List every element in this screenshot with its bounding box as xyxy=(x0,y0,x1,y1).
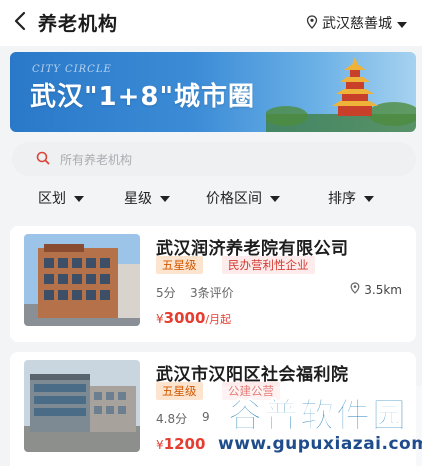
location-pin-icon xyxy=(350,282,360,297)
back-icon[interactable] xyxy=(10,8,32,34)
banner-headline: 武汉"1+8"城市圈 xyxy=(30,82,256,112)
price-info: ¥3000/月起 xyxy=(156,308,231,327)
filter-price-range[interactable]: 价格区间 xyxy=(206,188,280,208)
review-count: 9 xyxy=(202,410,210,424)
filter-star-level[interactable]: 星级 xyxy=(124,188,170,208)
location-pin-icon xyxy=(306,14,318,33)
review-count: 3条评价 xyxy=(190,286,234,300)
watermark-brand: 谷普软件园 xyxy=(228,396,408,437)
ownership-type-badge: 民办营利性企业 xyxy=(222,256,315,274)
institution-card[interactable]: 武汉润济养老院有限公司 五星级 民办营利性企业 5分 3条评价 3.5km ¥3… xyxy=(10,226,416,342)
filter-star-level-label: 星级 xyxy=(124,191,152,207)
price-value: 3000 xyxy=(163,309,206,327)
search-icon xyxy=(36,150,50,169)
chevron-down-icon xyxy=(364,190,374,206)
price-info: ¥1200 xyxy=(156,434,205,453)
filter-sort-label: 排序 xyxy=(328,191,356,207)
banner-subtitle: CITY CIRCLE xyxy=(32,64,112,75)
filter-bar: 区划 星级 价格区间 排序 xyxy=(0,184,422,212)
search-bar[interactable]: 所有养老机构 xyxy=(12,142,416,176)
rating-score: 5分 xyxy=(156,286,176,300)
search-placeholder: 所有养老机构 xyxy=(60,152,133,167)
star-level-badge: 五星级 xyxy=(156,256,203,274)
promo-banner[interactable]: CITY CIRCLE 武汉"1+8"城市圈 xyxy=(10,52,416,132)
location-label: 武汉慈善城 xyxy=(322,16,392,32)
chevron-down-icon xyxy=(160,190,170,206)
institution-photo xyxy=(24,234,140,326)
price-unit: /月起 xyxy=(205,313,232,326)
price-value: 1200 xyxy=(163,435,206,453)
rating-score: 4.8分 xyxy=(156,412,188,426)
pagoda-illustration xyxy=(266,57,416,132)
distance-info: 3.5km xyxy=(350,282,402,297)
chevron-down-icon xyxy=(396,14,408,33)
location-selector[interactable]: 武汉慈善城 xyxy=(306,12,408,34)
filter-price-range-label: 价格区间 xyxy=(206,191,262,207)
page-title: 养老机构 xyxy=(38,13,119,35)
distance-value: 3.5km xyxy=(364,282,402,297)
filter-district-label: 区划 xyxy=(38,191,66,207)
star-level-badge: 五星级 xyxy=(156,382,203,400)
institution-photo xyxy=(24,360,140,452)
currency-symbol: ¥ xyxy=(156,312,164,326)
filter-sort[interactable]: 排序 xyxy=(328,188,374,208)
top-bar: 养老机构 武汉慈善城 xyxy=(0,0,422,46)
chevron-down-icon xyxy=(270,190,280,206)
chevron-down-icon xyxy=(74,190,84,206)
filter-district[interactable]: 区划 xyxy=(38,188,84,208)
currency-symbol: ¥ xyxy=(156,438,164,452)
watermark-url: www.gupuxiazai.com xyxy=(218,434,422,454)
